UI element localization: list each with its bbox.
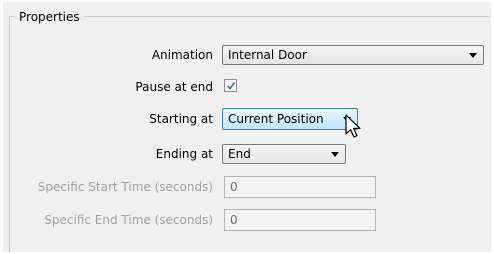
chevron-down-icon [469, 53, 477, 58]
specific-end-label: Specific End Time (seconds) [44, 213, 213, 227]
pause-at-end-label: Pause at end [135, 80, 213, 94]
animation-value: Internal Door [228, 48, 307, 62]
properties-group-title: Properties [15, 10, 84, 24]
specific-start-input[interactable]: 0 [224, 176, 376, 198]
ending-at-dropdown[interactable]: End [222, 144, 346, 164]
specific-end-input[interactable]: 0 [224, 209, 376, 231]
starting-at-dropdown[interactable]: Current Position [222, 108, 358, 130]
ending-at-label: Ending at [155, 147, 213, 161]
checkmark-icon [226, 81, 236, 90]
mouse-pointer-icon [345, 114, 361, 138]
animation-dropdown[interactable]: Internal Door [222, 45, 484, 65]
ending-at-value: End [228, 147, 251, 161]
starting-at-label: Starting at [149, 112, 213, 126]
specific-start-label: Specific Start Time (seconds) [37, 180, 213, 194]
chevron-down-icon [331, 152, 339, 157]
starting-at-value: Current Position [228, 112, 324, 126]
properties-panel: Properties Animation Internal Door Pause… [3, 2, 491, 252]
animation-label: Animation [151, 48, 213, 62]
pause-at-end-checkbox[interactable] [224, 79, 237, 92]
